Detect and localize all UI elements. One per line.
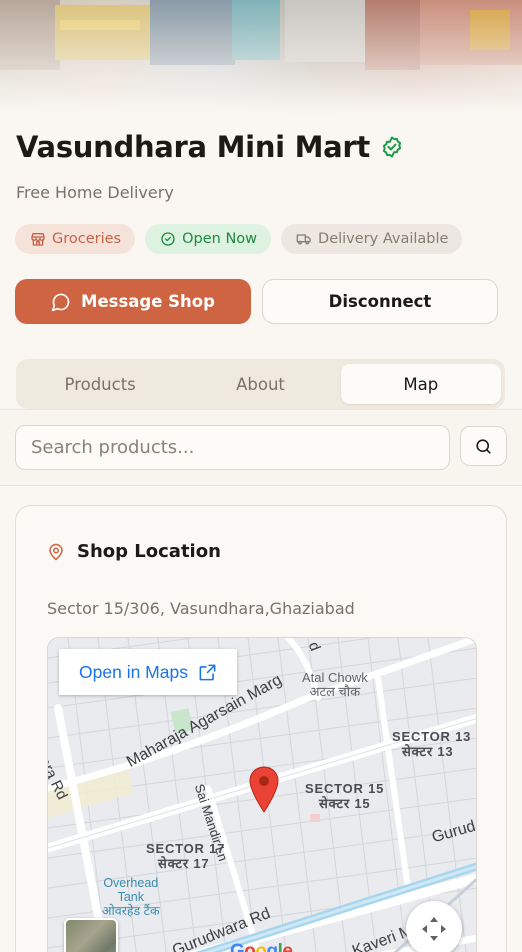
map-label-overhead-2: Tank <box>117 890 144 904</box>
tab-about[interactable]: About <box>180 364 340 404</box>
shop-address: Sector 15/306, Vasundhara,Ghaziabad <box>47 599 355 618</box>
map-label-sector13-en: SECTOR 13 <box>392 729 472 744</box>
map-label-atal-chowk: Atal Chowk अटल चौक <box>302 671 368 699</box>
location-pin-icon <box>249 766 279 813</box>
message-shop-label: Message Shop <box>81 292 215 311</box>
shop-cover-image <box>0 0 522 115</box>
open-in-maps-button[interactable]: Open in Maps <box>59 649 237 695</box>
truck-icon <box>296 234 311 245</box>
tab-map[interactable]: Map <box>340 364 501 404</box>
badge-open-now: Open Now <box>145 224 272 254</box>
search-input[interactable] <box>15 425 450 470</box>
search-button[interactable] <box>460 426 507 466</box>
tab-products[interactable]: Products <box>20 364 180 404</box>
search-icon <box>476 438 491 454</box>
verified-check-icon <box>382 136 402 158</box>
disconnect-label: Disconnect <box>328 292 432 311</box>
map-label-atal-chowk-en: Atal Chowk <box>302 670 368 685</box>
message-shop-button[interactable]: Message Shop <box>15 279 251 324</box>
map-label-overhead-1: Overhead <box>103 876 159 890</box>
external-link-icon <box>199 664 216 680</box>
map-label-sector17-hi: सेक्टर 17 <box>158 856 210 871</box>
store-icon <box>31 233 45 246</box>
location-title: Shop Location <box>77 541 221 562</box>
map-label-sector17: SECTOR 17 सेक्टर 17 <box>146 841 225 871</box>
satellite-layer-thumbnail[interactable] <box>64 918 118 952</box>
badge-groceries: Groceries <box>15 224 136 254</box>
move-arrows-icon <box>422 917 446 941</box>
disconnect-button[interactable]: Disconnect <box>262 279 498 324</box>
check-circle-icon <box>161 232 175 246</box>
badge-label: Open Now <box>182 231 258 247</box>
google-logo: Google <box>230 941 293 952</box>
shop-name: Vasundhara Mini Mart <box>16 130 370 164</box>
map-label-sector13-hi: सेक्टर 13 <box>402 744 454 759</box>
map-label-overhead-hi: ओवरहेड टैंक <box>102 904 160 918</box>
shop-location-card: Shop Location Sector 15/306, Vasundhara,… <box>15 505 507 952</box>
map-label-atal-chowk-hi: अटल चौक <box>309 684 361 699</box>
shop-subtitle: Free Home Delivery <box>16 183 174 202</box>
badge-delivery: Delivery Available <box>281 224 463 254</box>
badge-label: Delivery Available <box>318 231 449 247</box>
map-label-overhead-tank: Overhead Tank ओवरहेड टैंक <box>102 876 160 918</box>
search-bar <box>0 409 522 486</box>
embedded-map[interactable]: d Atal Chowk अटल चौक ndhara Rd Maharaja … <box>47 637 477 952</box>
open-in-maps-label: Open in Maps <box>79 661 188 682</box>
chat-bubble-icon <box>51 293 70 311</box>
map-pin-icon <box>49 543 63 560</box>
map-move-control[interactable] <box>406 901 462 952</box>
map-label-sector17-en: SECTOR 17 <box>146 841 226 856</box>
map-label-sector15-hi: सेक्टर 15 <box>319 796 371 811</box>
badge-label: Groceries <box>52 231 122 247</box>
map-label-sector13: SECTOR 13 सेक्टर 13 <box>392 729 471 759</box>
map-label-sector15-en: SECTOR 15 <box>305 781 385 796</box>
map-label-sector15: SECTOR 15 सेक्टर 15 <box>305 781 384 811</box>
shop-tabs: Products About Map <box>16 359 505 409</box>
